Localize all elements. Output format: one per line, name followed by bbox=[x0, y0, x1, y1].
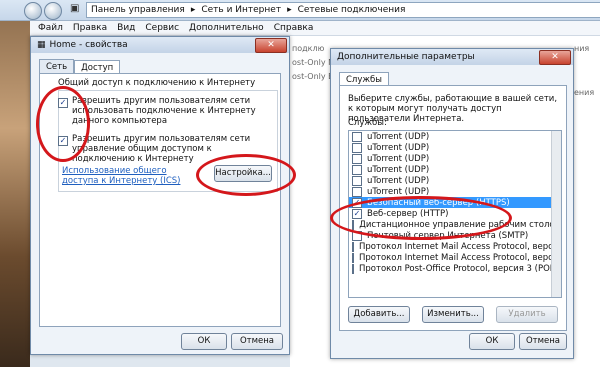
service-label: uTorrent (UDP) bbox=[367, 153, 430, 164]
service-item[interactable]: uTorrent (UDP) bbox=[349, 186, 561, 197]
dialog-title: Home - свойства bbox=[49, 40, 128, 50]
service-checkbox[interactable] bbox=[352, 131, 362, 142]
background-text: ния bbox=[574, 44, 590, 53]
annotation-ring bbox=[36, 86, 90, 162]
add-service-button[interactable]: Добавить... bbox=[348, 306, 410, 323]
dialog-titlebar: Дополнительные параметры bbox=[331, 49, 573, 65]
service-checkbox[interactable] bbox=[352, 142, 362, 153]
delete-service-button: Удалить bbox=[496, 306, 558, 323]
option1-label: Разрешить другим пользователям сети испо… bbox=[72, 96, 256, 126]
service-item[interactable]: Протокол Post-Office Protocol, версия 3 … bbox=[349, 263, 561, 274]
service-item[interactable]: uTorrent (UDP) bbox=[349, 153, 561, 164]
tab-strip: Службы bbox=[339, 71, 390, 87]
network-icon: ▦ bbox=[37, 40, 46, 50]
close-button[interactable]: ✕ bbox=[255, 38, 287, 53]
service-label: Протокол Internet Mail Access Protocol, … bbox=[359, 252, 562, 263]
service-item[interactable]: uTorrent (UDP) bbox=[349, 131, 561, 142]
annotation-ring bbox=[196, 154, 296, 196]
edit-service-button[interactable]: Изменить... bbox=[422, 306, 484, 323]
service-item[interactable]: uTorrent (UDP) bbox=[349, 164, 561, 175]
breadcrumb-item[interactable]: Сетевые подключения bbox=[298, 5, 406, 15]
menu-bar: Файл Правка Вид Сервис Дополнительно Спр… bbox=[30, 21, 600, 36]
service-checkbox[interactable] bbox=[352, 164, 362, 175]
service-label: uTorrent (UDP) bbox=[367, 142, 430, 153]
service-checkbox[interactable] bbox=[352, 241, 354, 252]
menu-help[interactable]: Справка bbox=[274, 23, 314, 33]
ok-button[interactable]: ОК bbox=[469, 333, 515, 350]
desktop-photo bbox=[0, 0, 30, 367]
group-title: Общий доступ к подключению к Интернету bbox=[58, 78, 256, 88]
service-item[interactable]: Протокол Internet Mail Access Protocol, … bbox=[349, 241, 561, 252]
background-text: ения bbox=[574, 88, 595, 97]
address-icon: ▣ bbox=[70, 3, 80, 14]
scrollbar[interactable] bbox=[551, 131, 561, 297]
breadcrumb-item[interactable]: Панель управления bbox=[91, 5, 185, 15]
cancel-button[interactable]: Отмена bbox=[231, 333, 283, 350]
ok-button[interactable]: ОК bbox=[181, 333, 227, 350]
background-text: подклю bbox=[292, 44, 325, 53]
menu-file[interactable]: Файл bbox=[38, 23, 63, 33]
dialog-titlebar: ▦ Home - свойства bbox=[31, 37, 289, 53]
menu-tools[interactable]: Сервис bbox=[145, 23, 179, 33]
ics-help-link[interactable]: Использование общего доступа к Интернету… bbox=[62, 166, 202, 186]
service-label: uTorrent (UDP) bbox=[367, 164, 430, 175]
service-checkbox[interactable] bbox=[352, 252, 354, 263]
service-item[interactable]: Протокол Internet Mail Access Protocol, … bbox=[349, 252, 561, 263]
service-item[interactable]: uTorrent (UDP) bbox=[349, 142, 561, 153]
cancel-button[interactable]: Отмена bbox=[519, 333, 567, 350]
dialog-title: Дополнительные параметры bbox=[337, 52, 475, 62]
chevron-right-icon: ▸ bbox=[190, 5, 196, 15]
menu-view[interactable]: Вид bbox=[117, 23, 135, 33]
services-label: Службы: bbox=[348, 118, 387, 128]
close-button[interactable]: ✕ bbox=[539, 50, 571, 65]
service-checkbox[interactable] bbox=[352, 175, 362, 186]
service-label: uTorrent (UDP) bbox=[367, 186, 430, 197]
menu-advanced[interactable]: Дополнительно bbox=[189, 23, 264, 33]
breadcrumb-item[interactable]: Сеть и Интернет bbox=[201, 5, 281, 15]
service-label: Протокол Internet Mail Access Protocol, … bbox=[359, 241, 562, 252]
service-item[interactable]: uTorrent (UDP) bbox=[349, 175, 561, 186]
menu-edit[interactable]: Правка bbox=[73, 23, 107, 33]
annotation-ring bbox=[330, 196, 512, 240]
service-label: uTorrent (UDP) bbox=[367, 131, 430, 142]
service-label: Протокол Post-Office Protocol, версия 3 … bbox=[359, 263, 562, 274]
chevron-right-icon: ▸ bbox=[287, 5, 292, 15]
background-text: ost-Only N bbox=[292, 58, 335, 67]
tab-network[interactable]: Сеть bbox=[39, 59, 75, 74]
address-bar[interactable]: Панель управления ▸ Сеть и Интернет ▸ Се… bbox=[86, 2, 600, 18]
service-checkbox[interactable] bbox=[352, 186, 362, 197]
service-checkbox[interactable] bbox=[352, 153, 362, 164]
service-checkbox[interactable] bbox=[352, 263, 354, 274]
back-button[interactable] bbox=[24, 2, 42, 20]
tab-strip: Сеть Доступ bbox=[39, 59, 121, 75]
service-label: uTorrent (UDP) bbox=[367, 175, 430, 186]
forward-button[interactable] bbox=[44, 2, 62, 20]
